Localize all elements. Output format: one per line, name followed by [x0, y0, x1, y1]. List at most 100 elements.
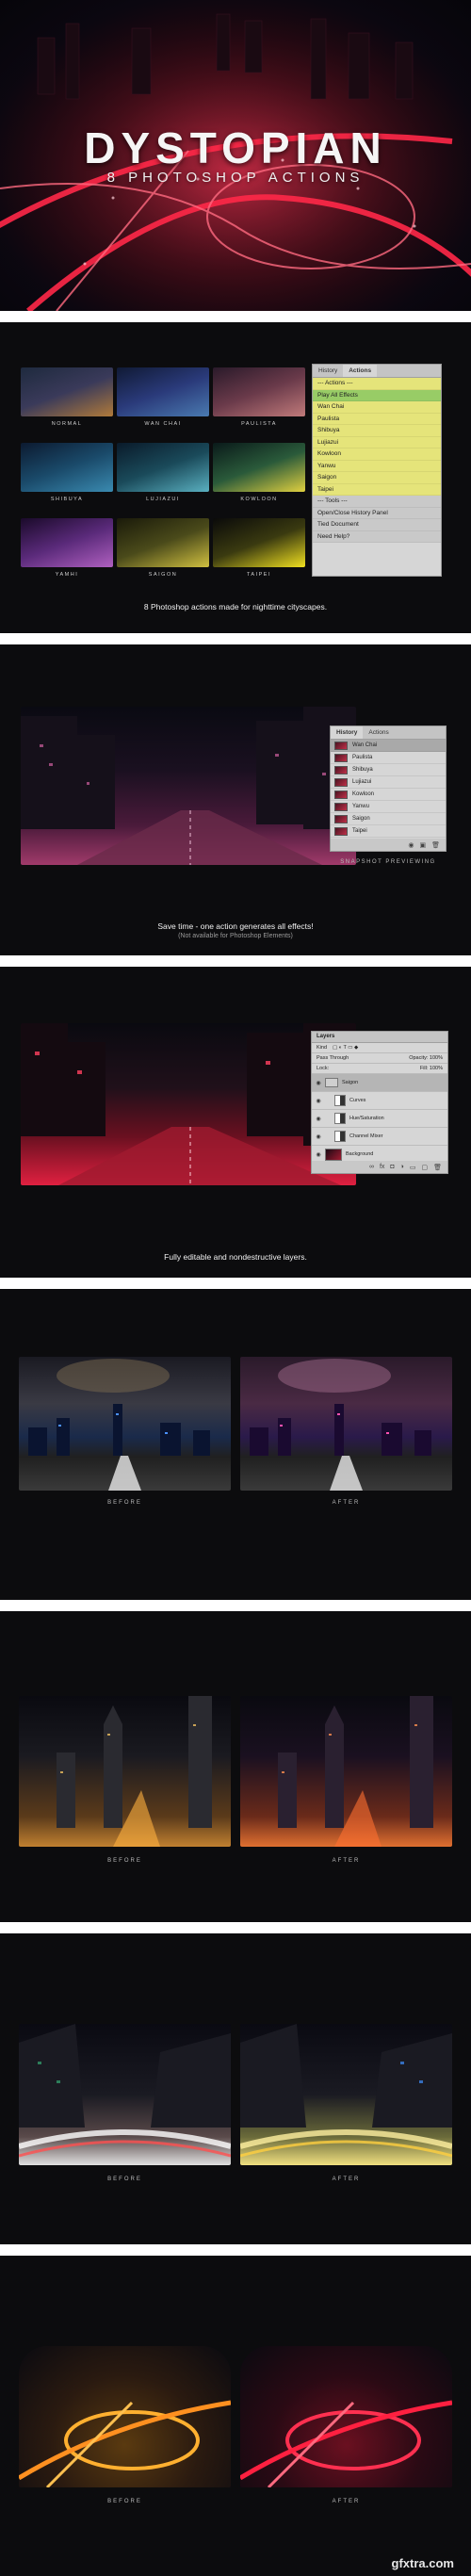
towers-illustration — [278, 1696, 433, 1847]
after-photo — [240, 1357, 452, 1491]
thumbnail-label: YAMHI — [55, 572, 79, 578]
action-item[interactable]: Play All Effects — [313, 389, 441, 401]
thumbnail-yamhi — [21, 518, 113, 567]
layer-row[interactable]: ◉ Saigon — [312, 1074, 447, 1092]
action-item[interactable]: Need Help? — [313, 530, 441, 543]
layers-list: ◉ Saigon ◉ Curves ◉ Hue/Saturation ◉ Channel Mi… — [312, 1074, 447, 1164]
history-item[interactable]: Kowloon — [331, 789, 446, 801]
action-item[interactable]: Lujiazui — [313, 436, 441, 448]
history-item[interactable]: Taipei — [331, 825, 446, 838]
eye-icon[interactable]: ◉ — [315, 1151, 322, 1158]
action-item[interactable]: Open/Close History Panel — [313, 507, 441, 519]
skyline-illustration — [250, 1359, 431, 1491]
mask-icon[interactable]: ◘ — [390, 1164, 394, 1170]
action-item[interactable]: Kowloon — [313, 448, 441, 461]
eye-icon[interactable]: ◉ — [315, 1080, 322, 1086]
adjustment-layer-icon — [334, 1113, 346, 1124]
thumbnail-paulista — [213, 367, 305, 416]
action-item[interactable]: Taipei — [313, 483, 441, 496]
action-item[interactable]: Saigon — [313, 472, 441, 484]
layer-name: Saigon — [342, 1080, 359, 1085]
history-item-label: Taipei — [352, 828, 367, 834]
history-panel: History Actions Wan Chai Paulista Shibuya L… — [330, 726, 447, 852]
layer-row[interactable]: ◉ Curves — [312, 1092, 447, 1110]
opacity-field[interactable]: Opacity: 100% — [409, 1055, 443, 1061]
trash-icon[interactable]: 🗑 — [433, 1164, 442, 1171]
snapshot-thumbnail — [334, 741, 348, 750]
thumbnail-label: PAULISTA — [241, 421, 277, 427]
camera-icon[interactable]: ▣ — [419, 841, 426, 849]
after-label: AFTER — [332, 2177, 361, 2182]
history-list: Wan Chai Paulista Shibuya Lujiazui Kowloon Ya… — [331, 740, 446, 838]
action-item[interactable]: Yanwu — [313, 460, 441, 472]
history-item-label: Saigon — [352, 816, 370, 822]
panel-tabs: History Actions — [331, 726, 446, 740]
tab-history[interactable]: History — [331, 726, 364, 739]
history-item[interactable]: Lujiazui — [331, 776, 446, 789]
before-label: BEFORE — [107, 2499, 142, 2504]
layers-panel: Layers Kind ▢ ◐ T ▭ ◆ Pass Through Opaci… — [311, 1031, 448, 1174]
eye-icon[interactable]: ◉ — [315, 1133, 322, 1140]
eye-icon[interactable]: ◉ — [315, 1098, 322, 1104]
comparison-section: BEFORE AFTER — [0, 1289, 471, 1600]
layers-photo — [21, 1023, 356, 1185]
history-item-label: Paulista — [352, 755, 373, 760]
thumbnail-wan-chai — [117, 367, 209, 416]
section-subcaption: (Not available for Photoshop Elements) — [178, 933, 293, 939]
filter-icons[interactable]: ▢ ◐ T ▭ ◆ — [333, 1045, 358, 1051]
layer-thumbnail — [325, 1148, 342, 1161]
blend-mode-select[interactable]: Pass Through — [317, 1055, 349, 1061]
lock-label: Lock: — [317, 1066, 330, 1071]
after-label: AFTER — [332, 1858, 361, 1864]
history-item[interactable]: Shibuya — [331, 764, 446, 776]
layer-name: Channel Mixer — [349, 1133, 383, 1139]
folder-icon[interactable]: ▭ — [410, 1164, 416, 1171]
fx-icon[interactable]: fx — [380, 1164, 384, 1170]
history-item[interactable]: Saigon — [331, 813, 446, 825]
history-item-label: Wan Chai — [352, 742, 378, 748]
after-photo — [240, 2346, 452, 2487]
thumbnail-saigon — [117, 518, 209, 567]
layer-row[interactable]: ◉ Channel Mixer — [312, 1128, 447, 1146]
thumbnail-label: SHIBUYA — [50, 497, 84, 502]
new-layer-icon[interactable]: ▢ — [421, 1164, 428, 1171]
history-item-label: Shibuya — [352, 767, 373, 773]
filter-kind[interactable]: Kind — [317, 1045, 327, 1051]
snapshot-icon[interactable]: ◉ — [408, 841, 414, 849]
action-item[interactable]: Wan Chai — [313, 401, 441, 414]
action-item[interactable]: --- Actions --- — [313, 378, 441, 390]
action-item[interactable]: Tied Document — [313, 519, 441, 531]
city-street-illustration — [21, 1023, 356, 1185]
action-item[interactable]: Paulista — [313, 413, 441, 425]
layers-section: Layers Kind ▢ ◐ T ▭ ◆ Pass Through Opaci… — [0, 967, 471, 1278]
snapshot-thumbnail — [334, 826, 348, 836]
layer-name: Hue/Saturation — [349, 1116, 384, 1121]
thumbnail-label: WAN CHAI — [144, 421, 182, 427]
tab-actions[interactable]: Actions — [363, 726, 394, 739]
layer-name: Curves — [349, 1098, 366, 1103]
link-icon[interactable]: ∞ — [369, 1164, 374, 1170]
eye-icon[interactable]: ◉ — [315, 1116, 322, 1122]
tab-actions[interactable]: Actions — [343, 365, 378, 377]
comparison-section: BEFORE AFTER — [0, 1611, 471, 1922]
panel-tabs: History Actions — [313, 365, 441, 378]
history-item[interactable]: Wan Chai — [331, 740, 446, 752]
adjustment-layer-icon — [334, 1095, 346, 1106]
thumbnail-label: LUJIAZUI — [146, 497, 180, 502]
actions-list: --- Actions --- Play All Effects Wan Chai P… — [313, 378, 441, 543]
tab-history[interactable]: History — [313, 365, 343, 377]
snapshot-thumbnail — [334, 777, 348, 787]
action-item[interactable]: --- Tools --- — [313, 496, 441, 508]
adjustment-icon[interactable]: ◑ — [400, 1164, 404, 1170]
history-item[interactable]: Paulista — [331, 752, 446, 764]
layers-panel-footer: ∞ fx ◘ ◑ ▭ ▢ 🗑 — [312, 1161, 447, 1173]
trash-icon[interactable]: 🗑 — [431, 841, 440, 849]
history-item[interactable]: Yanwu — [331, 801, 446, 813]
adjustment-layer-icon — [334, 1131, 346, 1142]
fill-field[interactable]: Fill: 100% — [420, 1066, 443, 1071]
thumbnail-taipei — [213, 518, 305, 567]
action-item[interactable]: Shibuya — [313, 425, 441, 437]
towers-illustration — [57, 1696, 212, 1847]
layer-row[interactable]: ◉ Hue/Saturation — [312, 1110, 447, 1128]
before-photo — [19, 1357, 231, 1491]
